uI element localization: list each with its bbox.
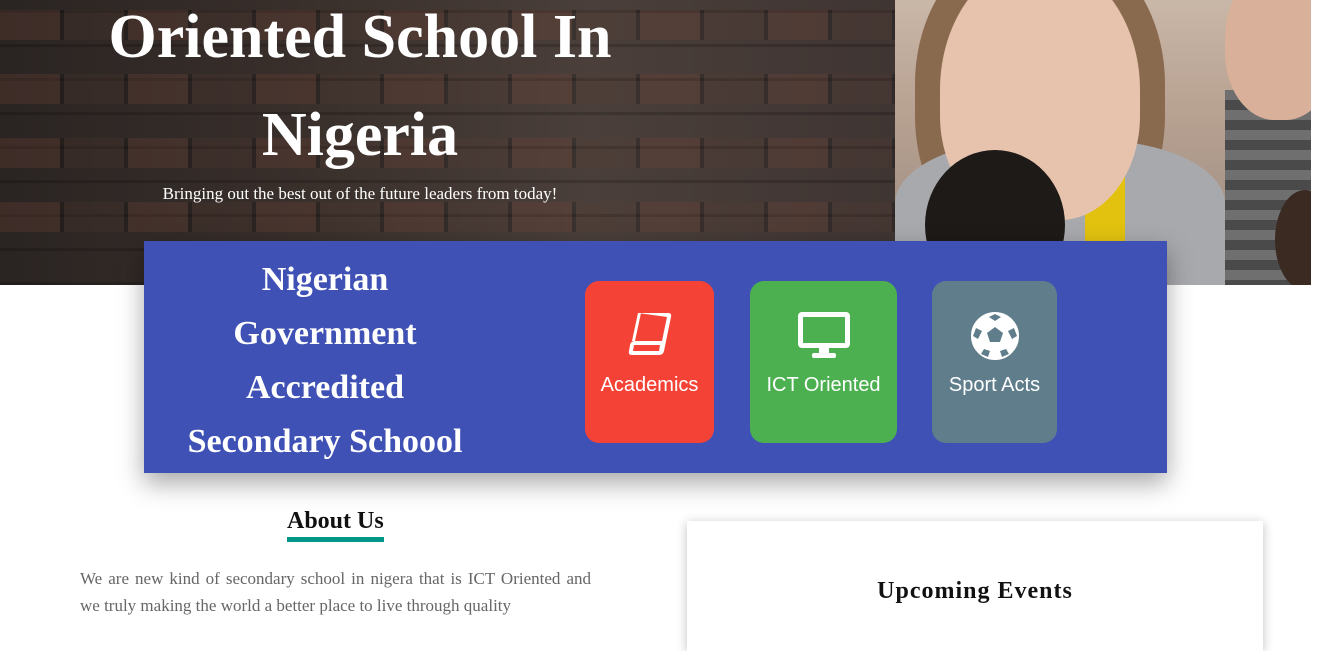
about-us-heading: About Us [287,508,384,542]
features-panel: Nigerian Government Accredited Secondary… [144,241,1167,473]
hero-title: Oriented School In Nigeria [60,0,660,184]
feature-label: ICT Oriented [766,374,881,396]
feature-tile-sports[interactable]: Sport Acts [932,281,1057,443]
hero-subtitle: Bringing out the best out of the future … [162,184,558,203]
monitor-icon [750,311,897,363]
feature-tile-academics[interactable]: Academics [585,281,714,443]
accreditation-line: Accredited [246,369,404,406]
accreditation-line: Nigerian [261,261,389,298]
hero-title-line1: Oriented School In [108,3,612,71]
feature-label: Sport Acts [948,374,1041,396]
feature-label: Academics [600,374,699,396]
soccer-ball-icon [932,311,1057,363]
about-us-text: We are new kind of secondary school in n… [80,569,591,615]
accreditation-line: Government [233,315,417,352]
upcoming-events-card: Upcoming Events [687,521,1263,651]
book-icon [585,311,714,363]
hero-background-bricks [0,202,900,232]
accreditation-heading: Nigerian Government Accredited Secondary… [164,253,486,469]
feature-tile-ict[interactable]: ICT Oriented [750,281,897,443]
upcoming-events-heading: Upcoming Events [877,578,1073,604]
hero-title-line2: Nigeria [261,101,459,169]
accreditation-line: Secondary Schoool [187,423,463,460]
